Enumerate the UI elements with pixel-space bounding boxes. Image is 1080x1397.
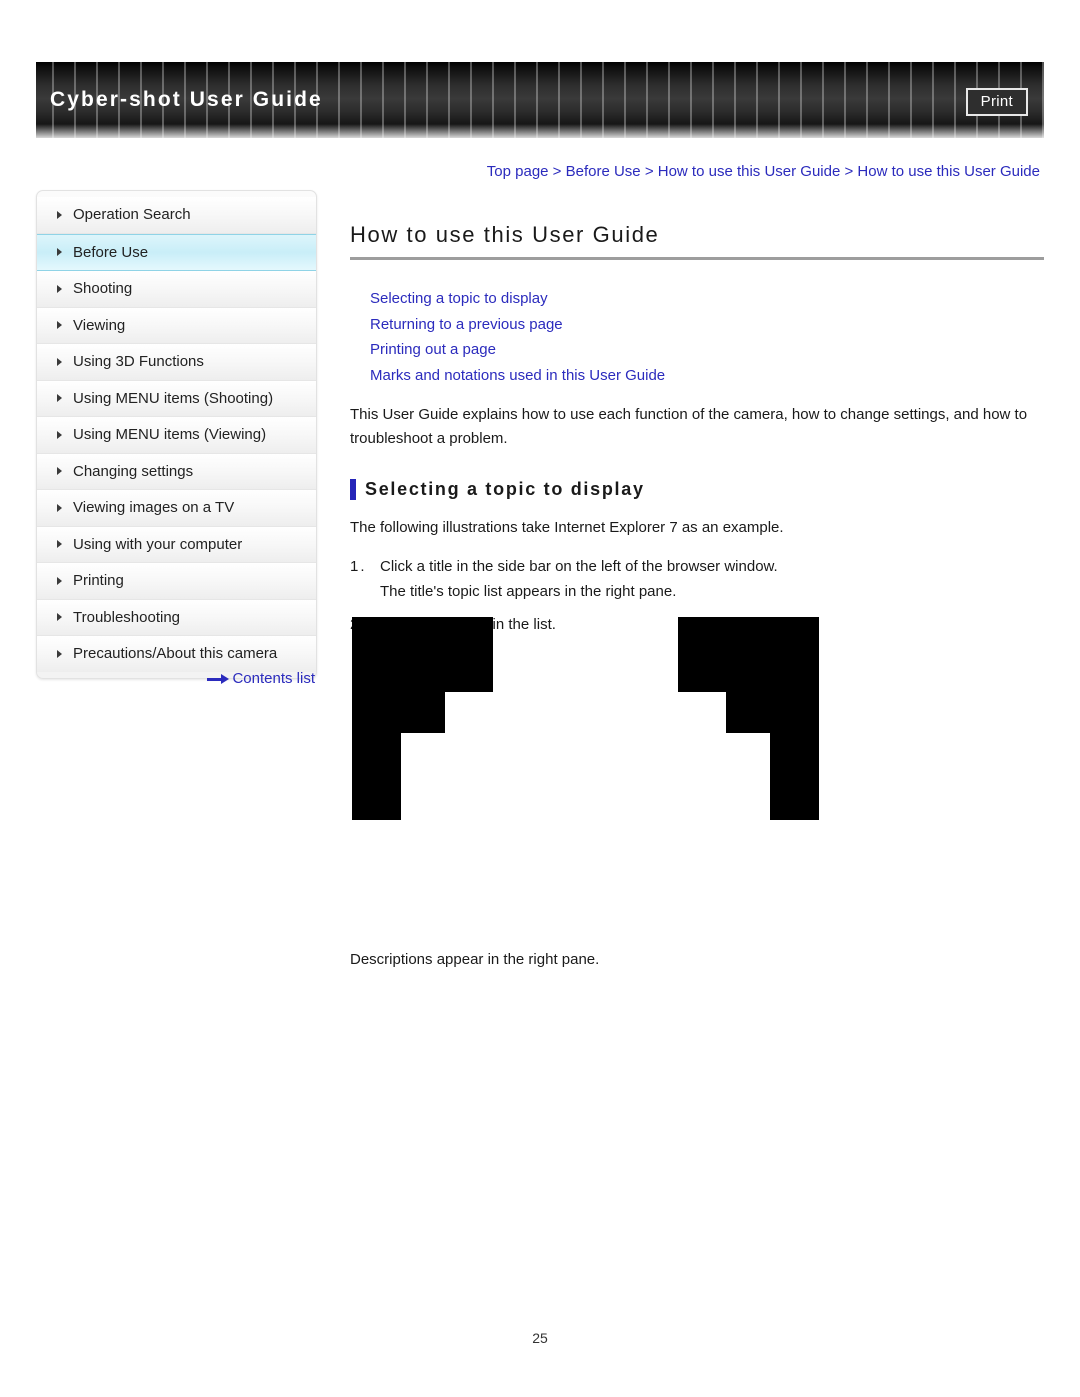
header-banner: Cyber-shot User Guide Print <box>36 62 1044 138</box>
sidebar-item-label: Changing settings <box>73 462 194 480</box>
breadcrumb[interactable]: Top page > Before Use > How to use this … <box>487 163 1040 180</box>
triangle-right-icon <box>57 321 62 330</box>
sidebar-item-label: Printing <box>73 572 124 590</box>
contents-list-label: Contents list <box>232 670 315 687</box>
triangle-right-icon <box>57 394 62 403</box>
sidebar-item-label: Viewing <box>73 316 126 334</box>
step-item: 1. Click a title in the side bar on the l… <box>350 554 1044 604</box>
closing-paragraph: Descriptions appear in the right pane. <box>350 951 600 968</box>
lead-paragraph: The following illustrations take Interne… <box>350 519 784 536</box>
section-accent-bar <box>350 479 356 500</box>
sidebar-item-troubleshooting[interactable]: Troubleshooting <box>37 599 316 636</box>
triangle-right-icon <box>57 576 62 585</box>
sidebar-item-label: Viewing images on a TV <box>73 499 235 517</box>
triangle-right-icon <box>57 430 62 439</box>
page-title: How to use this User Guide <box>350 222 660 247</box>
sidebar-item-label: Before Use <box>73 243 149 261</box>
triangle-right-icon <box>57 540 62 549</box>
triangle-right-icon <box>57 357 62 366</box>
print-button[interactable]: Print <box>965 88 1028 116</box>
step-body: Click a title in the side bar on the lef… <box>380 554 778 604</box>
step-number: 1. <box>350 558 367 575</box>
sidebar-item-label: Shooting <box>73 280 133 298</box>
sidebar-item-label: Precautions/About this camera <box>73 645 278 663</box>
contents-list-link[interactable]: Contents list <box>36 670 315 687</box>
app-title: Cyber-shot User Guide <box>50 88 323 111</box>
sidebar-item-operation-search[interactable]: Operation Search <box>37 197 316 234</box>
topic-link[interactable]: Marks and notations used in this User Gu… <box>370 363 1044 389</box>
page-number: 25 <box>532 1330 548 1346</box>
sidebar-item-before-use[interactable]: Before Use <box>37 233 316 271</box>
sidebar-nav: Operation Search Before Use Shooting Viewin… <box>36 190 317 679</box>
triangle-right-icon <box>57 284 62 293</box>
topic-link[interactable]: Printing out a page <box>370 337 1044 363</box>
illustration-right-placeholder-step1 <box>726 692 819 733</box>
section-title: Selecting a topic to display <box>365 479 645 499</box>
sidebar-item-label: Using MENU items (Viewing) <box>73 426 267 444</box>
topic-link[interactable]: Returning to a previous page <box>370 312 1044 338</box>
sidebar-item-viewing[interactable]: Viewing <box>37 307 316 344</box>
triangle-right-icon <box>57 467 62 476</box>
sidebar-item-changing-settings[interactable]: Changing settings <box>37 453 316 490</box>
illustration-left-placeholder-step2 <box>352 733 401 820</box>
sidebar-item-using-3d-functions[interactable]: Using 3D Functions <box>37 344 316 381</box>
sidebar-item-shooting[interactable]: Shooting <box>37 271 316 308</box>
step-text: Click a title in the side bar on the lef… <box>380 558 778 575</box>
intro-paragraph: This User Guide explains how to use each… <box>350 406 1028 447</box>
arrow-right-icon <box>207 674 230 685</box>
main-content: How to use this User Guide Selecting a t… <box>350 222 1044 645</box>
topic-link-list: Selecting a topic to display Returning to… <box>370 286 1044 388</box>
triangle-right-icon <box>57 210 62 219</box>
illustration-left-placeholder-step1 <box>352 692 445 733</box>
sidebar-item-using-menu-items-shooting[interactable]: Using MENU items (Shooting) <box>37 380 316 417</box>
sidebar-item-label: Troubleshooting <box>73 608 181 626</box>
section-heading: Selecting a topic to display <box>350 479 1044 500</box>
triangle-right-icon <box>57 248 62 257</box>
illustration-group <box>350 617 830 820</box>
triangle-right-icon <box>57 503 62 512</box>
illustration-left-placeholder <box>352 617 493 692</box>
sidebar-item-label: Using with your computer <box>73 535 243 553</box>
triangle-right-icon <box>57 613 62 622</box>
sidebar-item-using-menu-items-viewing[interactable]: Using MENU items (Viewing) <box>37 417 316 454</box>
sidebar-item-precautions-about-this-camera[interactable]: Precautions/About this camera <box>37 636 316 672</box>
illustration-right-placeholder <box>678 617 819 692</box>
illustration-right-placeholder-step2 <box>770 733 819 820</box>
topic-link[interactable]: Selecting a topic to display <box>370 286 1044 312</box>
step-subtext: The title's topic list appears in the ri… <box>380 583 677 600</box>
sidebar-item-printing[interactable]: Printing <box>37 563 316 600</box>
sidebar-item-using-with-your-computer[interactable]: Using with your computer <box>37 526 316 563</box>
title-divider <box>350 257 1044 260</box>
sidebar-item-label: Using MENU items (Shooting) <box>73 389 274 407</box>
sidebar-item-viewing-images-on-a-tv[interactable]: Viewing images on a TV <box>37 490 316 527</box>
triangle-right-icon <box>57 649 62 658</box>
sidebar-item-label: Operation Search <box>73 206 191 224</box>
sidebar-item-label: Using 3D Functions <box>73 353 204 371</box>
